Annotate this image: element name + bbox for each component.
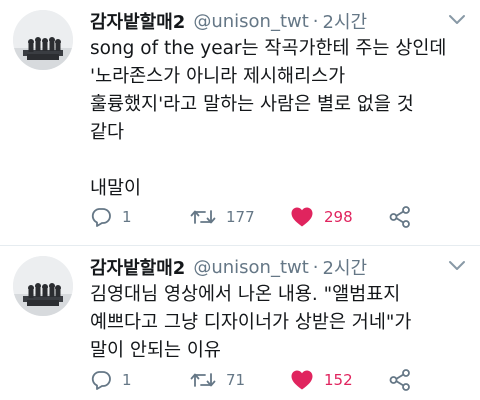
share-button[interactable] [388,204,412,230]
user-handle[interactable]: @unison_twt [193,11,308,32]
tweet-text-line: '노라존스가 아니라 제시해리스가 [90,66,346,87]
reply-count: 1 [122,208,132,226]
tweet[interactable]: 감자밭할매2 @unison_twt · 2시간 song of the yea… [0,0,480,246]
like-button[interactable]: 152 [290,367,353,393]
reply-button[interactable]: 1 [90,204,132,230]
tweet-text: 김영대님 영상에서 나온 내용. "앨범표지 예쁘다고 그냥 디자이너가 상받은… [90,281,468,365]
heart-icon [291,370,313,390]
heart-icon [291,207,313,227]
tweet-text-line: 김영대님 영상에서 나온 내용. "앨범표지 [90,284,401,305]
separator-dot: · [312,10,319,32]
tweet-text-line: 말이 안되는 이유 [90,340,221,361]
display-name[interactable]: 감자밭할매2 [90,8,185,34]
tweet[interactable]: 감자밭할매2 @unison_twt · 2시간 김영대님 영상에서 나온 내용… [0,246,480,400]
reply-icon [91,371,111,390]
tweet-text-line: 내말이 [90,178,142,199]
retweet-icon [190,373,216,387]
tweet-text-line: 훌륭했지'라고 말하는 사람은 별로 없을 것 [90,94,414,115]
share-button[interactable] [388,367,412,393]
like-button[interactable]: 298 [290,204,353,230]
reply-count: 1 [122,371,132,389]
reply-button[interactable]: 1 [90,367,132,393]
like-count: 298 [324,208,353,226]
tweet-header: 감자밭할매2 @unison_twt · 2시간 [90,7,367,35]
tweet-text: song of the year는 작곡가한테 주는 상인데 '노라존스가 아니… [90,35,468,203]
retweet-icon [190,210,216,224]
like-count: 152 [324,371,353,389]
chevron-down-icon[interactable] [448,14,466,26]
avatar[interactable] [13,256,73,316]
separator-dot: · [312,256,319,278]
avatar-image [13,256,73,316]
tweet-actions: 1 177 298 [90,204,470,230]
timestamp[interactable]: 2시간 [323,8,368,34]
timestamp[interactable]: 2시간 [323,254,368,280]
tweet-actions: 1 71 152 [90,367,470,393]
retweet-button[interactable]: 71 [190,367,245,393]
chevron-down-icon[interactable] [448,260,466,272]
share-icon [389,206,410,228]
tweet-header: 감자밭할매2 @unison_twt · 2시간 [90,253,367,281]
retweet-count: 177 [226,208,255,226]
avatar[interactable] [13,10,73,70]
retweet-count: 71 [226,371,246,389]
tweet-text-line: 같다 [90,122,125,143]
display-name[interactable]: 감자밭할매2 [90,254,185,280]
share-icon [389,369,410,391]
user-handle[interactable]: @unison_twt [193,257,308,278]
tweet-text-line: song of the year는 작곡가한테 주는 상인데 [90,38,447,59]
retweet-button[interactable]: 177 [190,204,255,230]
reply-icon [91,208,111,227]
avatar-image [13,10,73,70]
tweet-text-line: 예쁘다고 그냥 디자이너가 상받은 거네"가 [90,312,412,333]
